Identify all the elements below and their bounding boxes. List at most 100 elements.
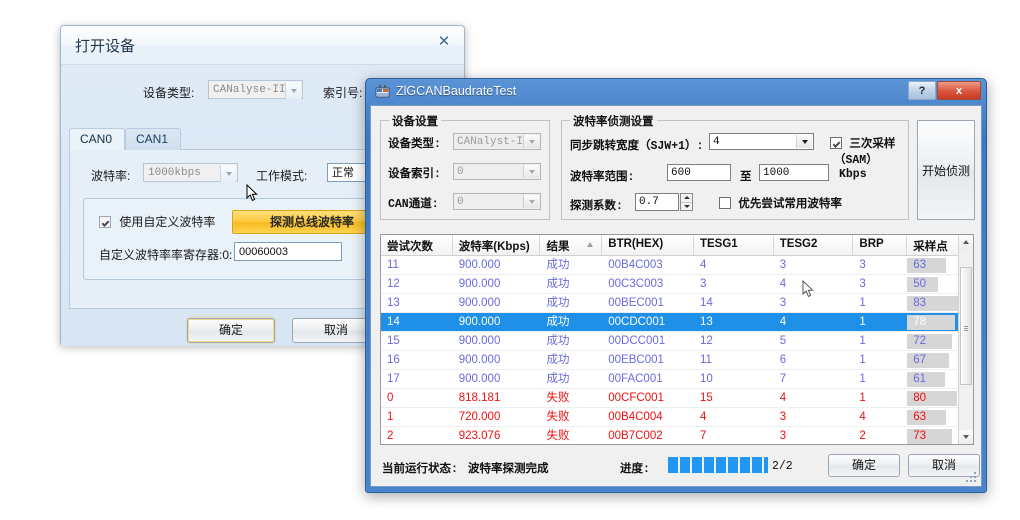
table-row[interactable]: 13900.000成功00BEC001143183 xyxy=(381,294,973,313)
range-from-input[interactable]: 600 xyxy=(667,164,731,181)
table-row[interactable]: 11900.000成功00B4C00343363 xyxy=(381,256,973,275)
scrollbar-thumb[interactable] xyxy=(960,267,972,385)
range-to-input[interactable]: 1000 xyxy=(759,164,829,181)
device-type-label: 设备类型: xyxy=(143,84,194,101)
resize-grip-icon[interactable] xyxy=(966,472,978,484)
spinner-down-icon[interactable] xyxy=(681,203,692,211)
custom-baud-checkbox[interactable]: 使用自定义波特率 xyxy=(99,213,215,230)
checkbox-icon[interactable] xyxy=(830,137,842,149)
progress-block xyxy=(716,457,726,473)
table-cell-btr: 00CFC001 xyxy=(602,389,694,408)
grid-column-header[interactable]: TESG2 xyxy=(774,235,854,255)
chevron-down-icon[interactable] xyxy=(523,195,539,208)
open-device-ok-button[interactable]: 确定 xyxy=(187,318,275,343)
table-cell-attempt: 14 xyxy=(381,313,453,332)
chevron-down-icon[interactable] xyxy=(285,82,301,99)
can-channel-field[interactable]: 0 xyxy=(453,193,541,210)
grid-body[interactable]: 11900.000成功00B4C0034336312900.000成功00C3C… xyxy=(381,256,973,445)
custom-reg-value: 00060003 xyxy=(239,246,288,258)
table-cell-result: 成功 xyxy=(540,256,602,275)
grid-column-header[interactable]: BTR(HEX) xyxy=(602,235,694,255)
device-type-value: CANalyse-II+ xyxy=(213,84,292,96)
grid-column-header[interactable]: BRP xyxy=(853,235,907,255)
start-detect-button[interactable]: 开始侦测 xyxy=(917,120,975,220)
device-type-combo[interactable]: CANalyse-II+ xyxy=(208,80,303,99)
baudrate-test-titlebar[interactable]: ZlGCANBaudrateTest ? x xyxy=(366,79,986,105)
table-row[interactable]: 2923.076失败00B7C00273273 xyxy=(381,427,973,445)
grid-column-header[interactable]: 尝试次数 xyxy=(381,235,453,255)
chevron-down-icon[interactable] xyxy=(523,135,539,148)
tab-can0[interactable]: CAN0 xyxy=(69,128,125,150)
grid-column-header[interactable]: 波特率(Kbps) xyxy=(453,235,541,255)
device-index-field[interactable]: 0 xyxy=(453,163,541,180)
table-cell-tesg2: 6 xyxy=(774,351,854,370)
table-cell-baud: 900.000 xyxy=(453,256,541,275)
device-type-field[interactable]: CANalyst-II+ xyxy=(453,133,541,150)
table-cell-tesg1: 11 xyxy=(694,351,774,370)
status-bar: 当前运行状态: 波特率探测完成 进度: 2/2 确定 取消 xyxy=(380,454,974,478)
run-state-value: 波特率探测完成 xyxy=(468,460,549,476)
factor-label: 探测系数: xyxy=(570,197,623,213)
grid-column-header[interactable]: TESG1 xyxy=(694,235,774,255)
spinner-up-icon[interactable] xyxy=(681,194,692,203)
grid-vertical-scrollbar[interactable] xyxy=(958,235,973,444)
table-row[interactable]: 16900.000成功00EBC001116167 xyxy=(381,351,973,370)
baudrate-combo[interactable]: 1000kbps xyxy=(143,163,238,182)
table-row[interactable]: 17900.000成功00FAC001107161 xyxy=(381,370,973,389)
table-row[interactable]: 14900.000成功00CDC001134178 xyxy=(381,313,973,332)
factor-spinner[interactable] xyxy=(680,193,693,211)
table-row[interactable]: 15900.000成功00DCC001125172 xyxy=(381,332,973,351)
table-row[interactable]: 12900.000成功00C3C00334350 xyxy=(381,275,973,294)
table-cell-result: 成功 xyxy=(540,332,602,351)
table-cell-btr: 00EBC001 xyxy=(602,351,694,370)
checkbox-icon[interactable] xyxy=(719,197,731,209)
sjw-value: 4 xyxy=(713,136,720,148)
sample-point-value: 83 xyxy=(913,297,926,309)
table-cell-attempt: 12 xyxy=(381,275,453,294)
tab-can1[interactable]: CAN1 xyxy=(125,128,181,150)
table-cell-baud: 720.000 xyxy=(453,408,541,427)
sjw-combo[interactable]: 4 xyxy=(709,133,814,150)
close-icon[interactable]: ✕ xyxy=(435,33,453,51)
chevron-down-icon[interactable] xyxy=(796,135,812,148)
table-cell-tesg2: 5 xyxy=(774,332,854,351)
table-cell-attempt: 17 xyxy=(381,370,453,389)
chevron-down-icon[interactable] xyxy=(523,165,539,178)
progress-block xyxy=(728,457,738,473)
table-cell-brp: 4 xyxy=(853,408,907,427)
table-cell-attempt: 16 xyxy=(381,351,453,370)
run-state-label: 当前运行状态: xyxy=(382,460,458,476)
chevron-down-icon[interactable] xyxy=(220,165,236,182)
grid-column-header[interactable]: 结果 xyxy=(540,235,602,255)
table-cell-brp: 3 xyxy=(853,256,907,275)
table-cell-tesg1: 4 xyxy=(694,256,774,275)
progress-bar xyxy=(668,457,768,473)
custom-reg-input[interactable]: 00060003 xyxy=(234,242,342,261)
results-grid[interactable]: 尝试次数波特率(Kbps)结果BTR(HEX)TESG1TESG2BRP采样点 … xyxy=(380,234,974,445)
scroll-up-icon[interactable] xyxy=(959,235,973,249)
help-button[interactable]: ? xyxy=(908,81,936,100)
factor-input[interactable]: 0.7 xyxy=(635,193,679,211)
close-button[interactable]: x xyxy=(937,81,981,100)
table-cell-baud: 900.000 xyxy=(453,294,541,313)
table-row[interactable]: 0818.181失败00CFC001154180 xyxy=(381,389,973,408)
checkbox-icon[interactable] xyxy=(99,216,111,228)
scrollbar-grip-icon xyxy=(964,326,968,331)
bt-ok-button[interactable]: 确定 xyxy=(828,454,900,477)
table-cell-tesg2: 3 xyxy=(774,427,854,446)
table-cell-tesg1: 13 xyxy=(694,313,774,332)
table-cell-tesg1: 14 xyxy=(694,294,774,313)
prefer-common-checkbox[interactable]: 优先尝试常用波特率 xyxy=(719,195,838,211)
detect-settings-title: 波特率侦测设置 xyxy=(570,113,657,129)
baudrate-test-dialog: ZlGCANBaudrateTest ? x 设备设置 设备类型: CANaly… xyxy=(365,78,987,493)
table-row[interactable]: 1720.000失败00B4C00443463 xyxy=(381,408,973,427)
table-cell-btr: 00B4C004 xyxy=(602,408,694,427)
scroll-down-icon[interactable] xyxy=(959,430,973,444)
can-channel-label: CAN通道: xyxy=(388,195,439,211)
table-cell-attempt: 1 xyxy=(381,408,453,427)
sample-point-value: 80 xyxy=(913,392,926,404)
workmode-label: 工作模式: xyxy=(256,167,307,184)
workmode-value: 正常 xyxy=(332,167,354,179)
open-device-titlebar[interactable]: 打开设备 ✕ xyxy=(61,26,464,65)
sam-checkbox[interactable]: 三次采样（SAM） xyxy=(830,135,908,167)
